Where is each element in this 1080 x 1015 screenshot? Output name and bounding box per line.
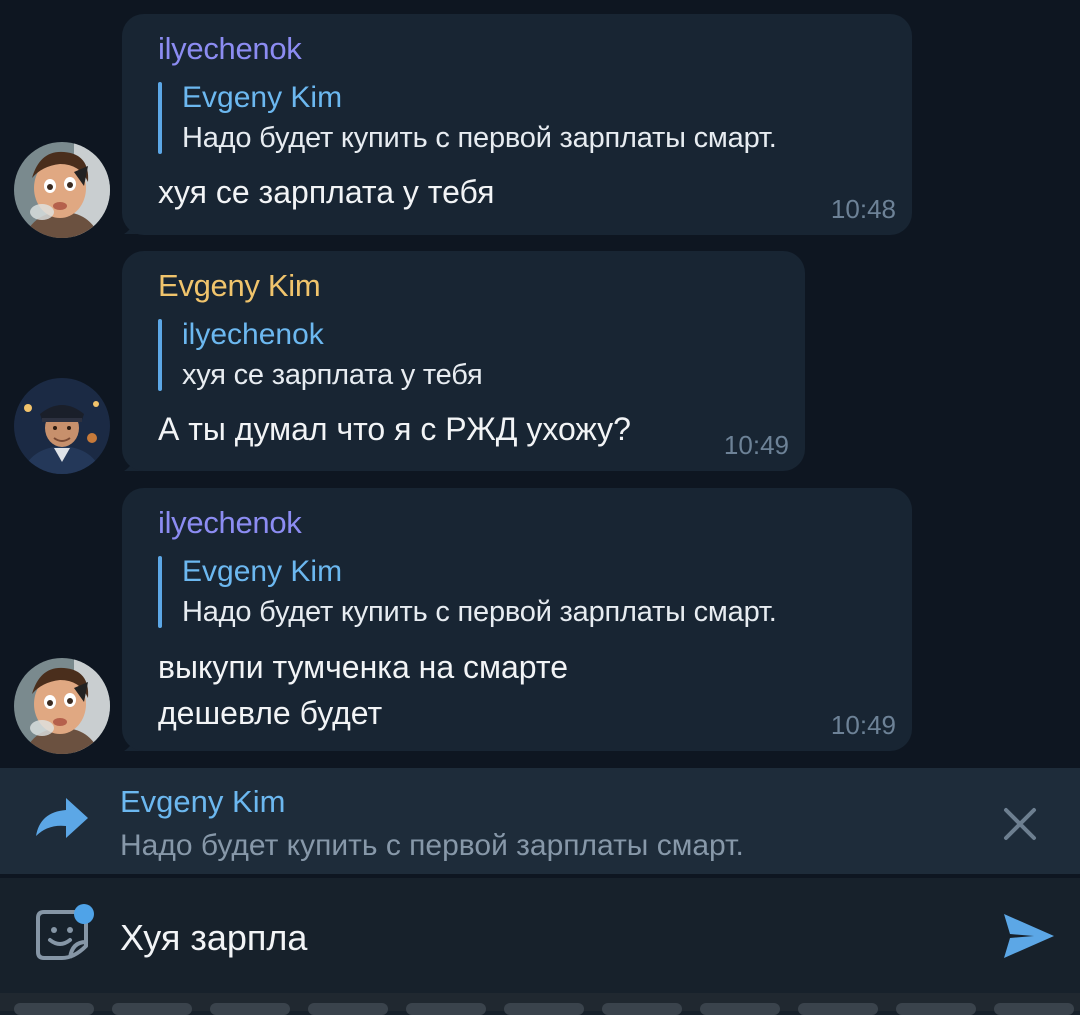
keyboard-key[interactable] xyxy=(994,1003,1074,1015)
reply-quote-text: хуя се зарплата у тебя xyxy=(182,359,483,391)
avatar-ilyechenok[interactable] xyxy=(14,658,110,754)
message-bubble[interactable]: ilyechenok Evgeny Kim Надо будет купить … xyxy=(122,14,912,235)
reply-quote-text: Надо будет купить с первой зарплаты смар… xyxy=(182,122,777,154)
cartoon-face-avatar-icon xyxy=(14,658,110,754)
cartoon-face-avatar-icon xyxy=(14,142,110,238)
reply-quote-name: Evgeny Kim xyxy=(182,555,343,588)
avatar-ilyechenok[interactable] xyxy=(14,142,110,238)
keyboard-strip xyxy=(0,993,1080,1015)
keyboard-key[interactable] xyxy=(112,1003,192,1015)
message-bubble[interactable]: Evgeny Kim ilyechenok хуя се зарплата у … xyxy=(122,251,805,471)
keyboard-key[interactable] xyxy=(504,1003,584,1015)
reply-arrow-icon xyxy=(36,798,88,838)
reply-quote-name: ilyechenok xyxy=(182,318,324,351)
keyboard-key[interactable] xyxy=(14,1003,94,1015)
keyboard-key[interactable] xyxy=(896,1003,976,1015)
reply-quote[interactable]: Evgeny Kim Надо будет купить с первой за… xyxy=(158,78,892,158)
reply-preview-bar[interactable]: Evgeny Kim Надо будет купить с первой за… xyxy=(0,768,1080,874)
message-time: 10:48 xyxy=(830,194,896,224)
reply-preview-name: Evgeny Kim xyxy=(120,784,286,819)
close-icon[interactable] xyxy=(998,802,1042,846)
sticker-icon[interactable] xyxy=(34,904,96,966)
sender-name[interactable]: ilyechenok xyxy=(158,30,892,68)
keyboard-key[interactable] xyxy=(700,1003,780,1015)
train-conductor-avatar-icon xyxy=(14,378,110,474)
sender-name[interactable]: Evgeny Kim xyxy=(158,267,785,305)
message-bubble[interactable]: ilyechenok Evgeny Kim Надо будет купить … xyxy=(122,488,912,751)
message-text: хуя се зарплата у тебя xyxy=(158,174,495,210)
keyboard-key[interactable] xyxy=(210,1003,290,1015)
message-text: А ты думал что я с РЖД ухожу? xyxy=(158,411,631,447)
reply-quote[interactable]: Evgeny Kim Надо будет купить с первой за… xyxy=(158,552,892,632)
message-input[interactable]: Хуя зарпла xyxy=(120,914,960,962)
avatar-evgeny-kim[interactable] xyxy=(14,378,110,474)
reply-quote-name: Evgeny Kim xyxy=(182,81,343,114)
keyboard-key[interactable] xyxy=(798,1003,878,1015)
reply-quote-text: Надо будет купить с первой зарплаты смар… xyxy=(182,596,777,628)
keyboard-key[interactable] xyxy=(602,1003,682,1015)
message-time: 10:49 xyxy=(723,430,789,460)
message-time: 10:49 xyxy=(830,710,896,740)
keyboard-key[interactable] xyxy=(308,1003,388,1015)
reply-quote[interactable]: ilyechenok хуя се зарплата у тебя xyxy=(158,315,785,395)
message-composer: Хуя зарпла xyxy=(0,878,1080,993)
sender-name[interactable]: ilyechenok xyxy=(158,504,892,542)
keyboard-key[interactable] xyxy=(406,1003,486,1015)
reply-preview-text: Надо будет купить с первой зарплаты смар… xyxy=(120,829,744,862)
send-icon[interactable] xyxy=(1000,910,1056,962)
message-text: выкупи тумченка на смарте дешевле будет xyxy=(158,649,568,731)
chat-area: ilyechenok Evgeny Kim Надо будет купить … xyxy=(0,0,1080,768)
